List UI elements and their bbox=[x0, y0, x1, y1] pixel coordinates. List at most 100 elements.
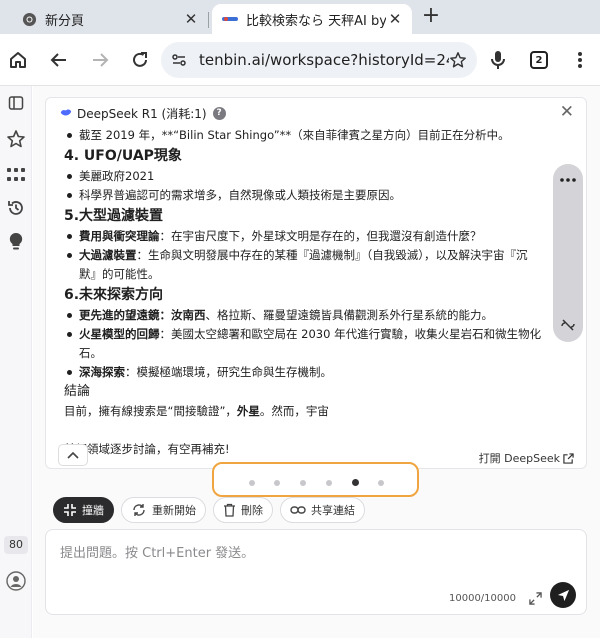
item-text: ：在宇宙尺度下，外星球文明是存在的，但我還沒有創造什麼？ bbox=[159, 229, 482, 243]
back-button[interactable] bbox=[45, 46, 73, 74]
apps-grid-icon[interactable] bbox=[5, 164, 27, 186]
browser-menu-button[interactable] bbox=[566, 46, 594, 74]
prompt-placeholder[interactable]: 提出問題。按 Ctrl+Enter 發送。 bbox=[60, 542, 254, 561]
help-icon[interactable]: ? bbox=[212, 106, 226, 120]
delete-button[interactable]: 刪除 bbox=[213, 497, 273, 523]
browser-tab-tenbin[interactable]: 比較検索なら 天秤AI byGMO ✕ bbox=[212, 4, 412, 34]
item-term: 更先進的望遠鏡：汝南西 bbox=[79, 308, 206, 322]
conclusion-text: 目前，擁有線搜索是“間接驗證”，外星。然而，宇宙 bbox=[64, 402, 544, 421]
more-vertical-icon bbox=[578, 52, 582, 68]
tab-switcher-button[interactable]: 2 bbox=[525, 46, 553, 74]
lightbulb-icon[interactable] bbox=[5, 231, 27, 253]
url-text[interactable]: tenbin.ai/workspace?historyId=24526 bbox=[199, 51, 449, 69]
microphone-icon bbox=[491, 51, 505, 69]
share-label: 共享連結 bbox=[311, 504, 355, 517]
collapse-button[interactable]: 撞牆 bbox=[53, 497, 114, 523]
close-panel-icon[interactable]: ✕ bbox=[560, 102, 574, 122]
model-response-panel: DeepSeek R1 (消耗:1) ? ✕ 截至 2019 年，**“Bili… bbox=[45, 97, 587, 469]
tab-strip: 新分頁 ✕ 比較検索なら 天秤AI byGMO ✕ + bbox=[0, 0, 600, 34]
restart-label: 重新開始 bbox=[152, 504, 196, 517]
favorites-star-icon[interactable] bbox=[5, 128, 27, 150]
list-item: 更先進的望遠鏡：汝南西、格拉斯、羅曼望遠鏡皆具備觀測系外行星系統的能力。 bbox=[64, 306, 544, 325]
more-horizontal-icon[interactable] bbox=[553, 170, 583, 190]
item-term: 火星模型的回歸 bbox=[79, 327, 160, 341]
pager-dot[interactable] bbox=[326, 480, 332, 486]
open-deepseek-link[interactable]: 打開 DeepSeek bbox=[479, 450, 574, 466]
chrome-icon bbox=[22, 12, 37, 26]
pager-dot[interactable] bbox=[274, 480, 280, 486]
section-heading: 4. UFO/UAP現象 bbox=[64, 148, 182, 164]
voice-search-button[interactable] bbox=[484, 46, 512, 74]
send-button[interactable] bbox=[550, 582, 576, 608]
share-link-button[interactable]: 共享連結 bbox=[280, 497, 365, 523]
list-item: 深海探索：模擬極端環境，研究生命與生存機制。 bbox=[64, 363, 544, 382]
list-item: 截至 2019 年，**“Bilin Star Shingo”**（來自菲律賓之… bbox=[64, 126, 544, 145]
floating-toolbar[interactable] bbox=[553, 164, 583, 342]
workspace-main: DeepSeek R1 (消耗:1) ? ✕ 截至 2019 年，**“Bili… bbox=[33, 86, 600, 638]
item-text: ：模擬極端環境，研究生命與生存機制。 bbox=[125, 365, 332, 379]
site-settings-icon[interactable] bbox=[171, 52, 187, 68]
scroll-up-button[interactable] bbox=[58, 444, 88, 466]
app-sidebar: 80 bbox=[0, 86, 32, 638]
tab-count: 2 bbox=[530, 51, 548, 69]
arrow-left-icon bbox=[50, 53, 66, 67]
conclusion-part: 目前，擁有線搜索是“間接驗證”， bbox=[64, 404, 237, 418]
user-avatar-icon[interactable] bbox=[5, 570, 27, 592]
usage-counter: 80 bbox=[4, 536, 28, 554]
history-icon[interactable] bbox=[5, 197, 27, 219]
item-text: 、格拉斯、羅曼望遠鏡皆具備觀測系外行星系統的能力。 bbox=[205, 308, 494, 322]
pager-dot[interactable] bbox=[300, 480, 306, 486]
restart-button[interactable]: 重新開始 bbox=[121, 497, 206, 523]
char-counter: 10000/10000 bbox=[449, 593, 516, 604]
final-note: 某個領域逐步討論，有空再補充! bbox=[64, 442, 230, 456]
link-icon bbox=[290, 506, 306, 514]
toggle-sidebar-icon[interactable] bbox=[5, 92, 27, 114]
list-item: 大過濾裝置：生命與文明發展中存在的某種『過濾機制』（自我毀滅），以及解決宇宙『沉… bbox=[64, 246, 544, 284]
tab-divider bbox=[208, 12, 209, 28]
item-term: 深海探索 bbox=[79, 365, 125, 379]
tenbin-favicon bbox=[222, 17, 238, 21]
pager-dots bbox=[212, 462, 419, 497]
address-bar[interactable]: tenbin.ai/workspace?historyId=24526 bbox=[161, 42, 477, 78]
close-tab-icon[interactable]: ✕ bbox=[386, 10, 404, 28]
section-heading: 6.未來探索方向 bbox=[64, 287, 164, 303]
send-icon bbox=[557, 589, 569, 601]
expand-icon[interactable] bbox=[529, 592, 542, 605]
arrow-right-icon bbox=[93, 53, 109, 67]
bookmark-star-icon[interactable] bbox=[449, 51, 467, 69]
tab-title: 新分頁 bbox=[45, 13, 85, 29]
external-link-icon bbox=[563, 452, 574, 464]
reload-icon bbox=[133, 52, 147, 67]
collapse-label: 撞牆 bbox=[82, 504, 104, 517]
list-item: 美麗政府2021 bbox=[64, 167, 544, 186]
pager-dot[interactable] bbox=[378, 480, 384, 486]
pager-dot[interactable] bbox=[249, 480, 255, 486]
close-tab-icon[interactable]: ✕ bbox=[182, 10, 200, 28]
delete-label: 刪除 bbox=[241, 504, 263, 517]
home-icon bbox=[10, 52, 26, 68]
new-tab-button[interactable]: + bbox=[420, 4, 442, 30]
pager-dot-active[interactable] bbox=[352, 479, 359, 486]
prompt-input-box[interactable]: 提出問題。按 Ctrl+Enter 發送。 10000/10000 bbox=[45, 529, 587, 615]
response-content: 截至 2019 年，**“Bilin Star Shingo”**（來自菲律賓之… bbox=[64, 126, 544, 459]
panel-header: DeepSeek R1 (消耗:1) ? bbox=[60, 104, 226, 122]
list-item: 火星模型的回歸：美國太空總署和歐空局在 2030 年代進行實驗，收集火星岩石和微… bbox=[64, 325, 544, 363]
tab-title: 比較検索なら 天秤AI byGMO bbox=[246, 13, 386, 29]
item-text: ：生命與文明發展中存在的某種『過濾機制』（自我毀滅），以及解決宇宙『沉默』的可能… bbox=[79, 248, 528, 281]
item-term: 費用與衝突理論 bbox=[79, 229, 160, 243]
chevron-up-icon bbox=[67, 451, 79, 459]
browser-tab-new[interactable]: 新分頁 ✕ bbox=[8, 4, 208, 34]
forward-button[interactable] bbox=[86, 46, 114, 74]
section-heading: 5.大型過濾裝置 bbox=[64, 208, 164, 224]
item-term: 大過濾裝置 bbox=[79, 248, 137, 262]
reload-button[interactable] bbox=[126, 46, 154, 74]
restart-icon bbox=[133, 504, 145, 516]
trash-icon bbox=[224, 503, 235, 517]
home-button[interactable] bbox=[4, 46, 32, 74]
unlink-icon[interactable] bbox=[553, 314, 583, 334]
list-item: 科學界普遍認可的需求增多，自然現像或人類技術是主要原因。 bbox=[64, 186, 544, 205]
conclusion-part: 。然而，宇宙 bbox=[259, 404, 329, 418]
action-bar: 撞牆 重新開始 刪除 共享連結 bbox=[53, 496, 372, 524]
deepseek-logo-icon bbox=[60, 109, 72, 116]
